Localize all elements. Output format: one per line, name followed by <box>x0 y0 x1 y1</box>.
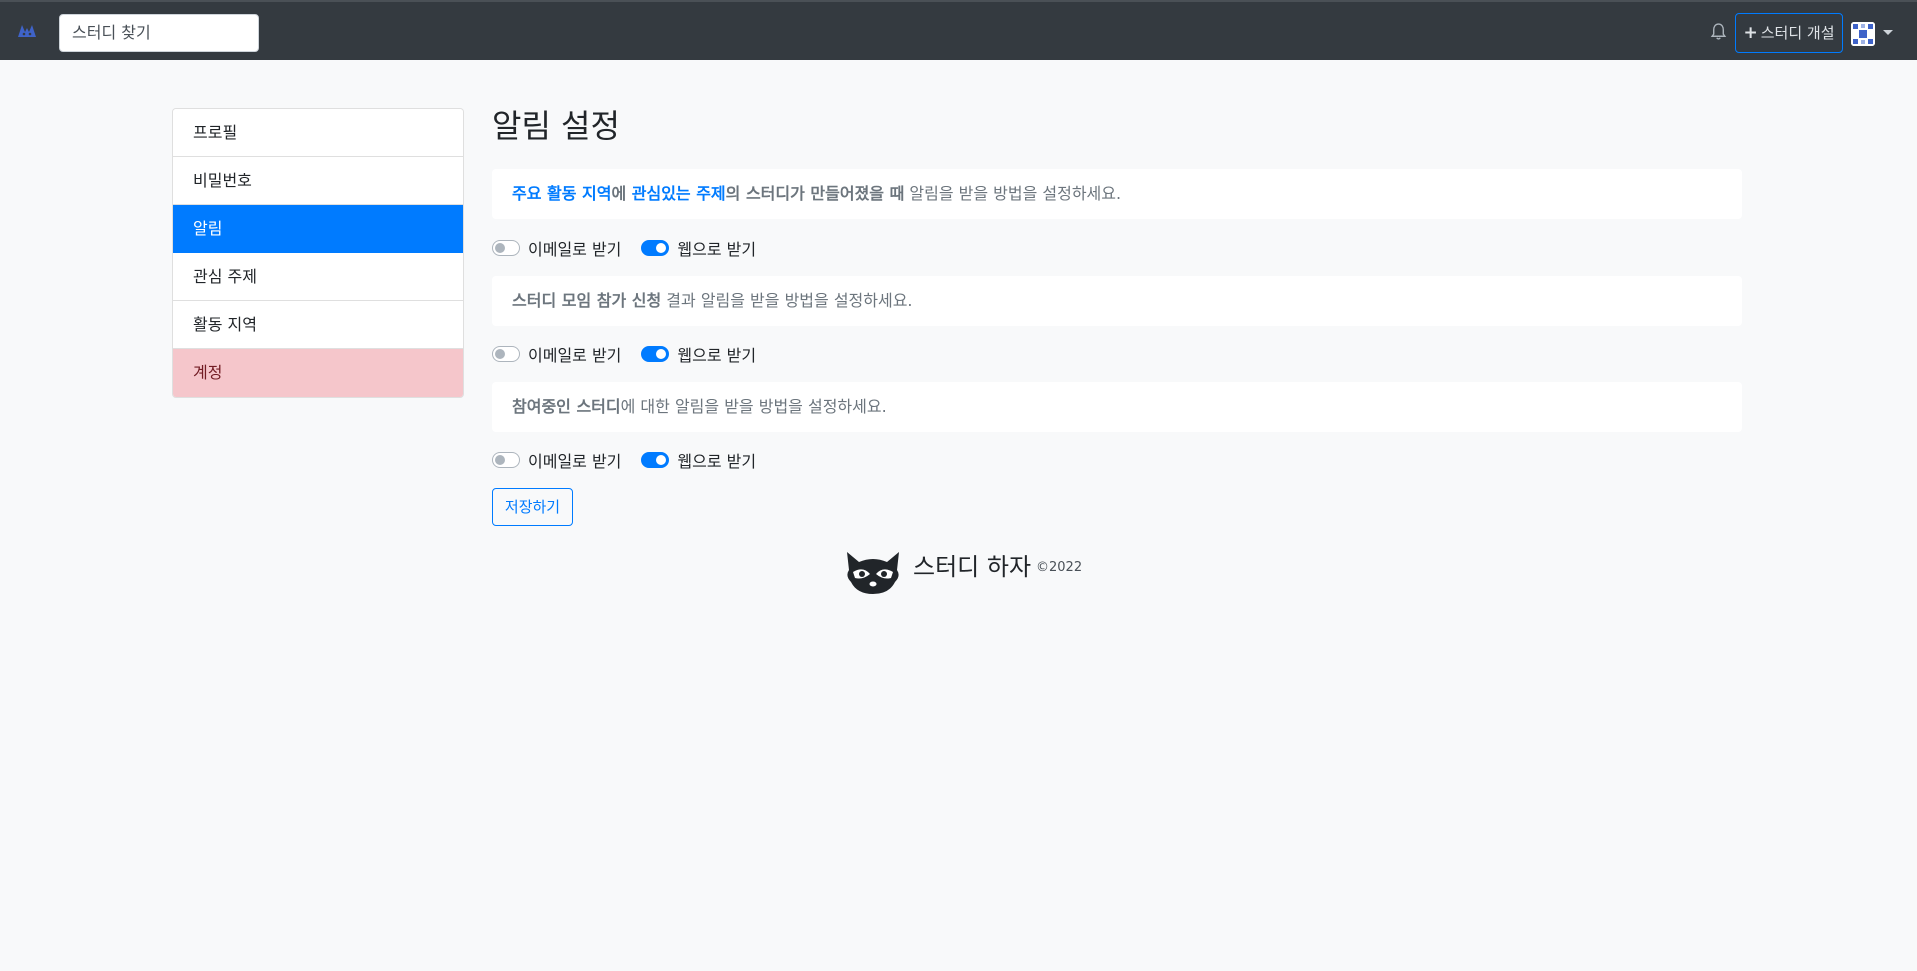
web-toggle-label[interactable]: 웹으로 받기 <box>677 236 756 260</box>
email-toggle-group: 이메일로 받기 <box>492 342 621 366</box>
web-toggle-label[interactable]: 웹으로 받기 <box>677 342 756 366</box>
settings-sidebar: 프로필 비밀번호 알림 관심 주제 활동 지역 계정 <box>172 108 464 398</box>
footer-copyright: ©2022 <box>1036 560 1083 575</box>
alert-text: 의 <box>725 184 746 203</box>
notification-info-alert: 참여중인 스터디에 대한 알림을 받을 방법을 설정하세요. <box>492 382 1742 432</box>
email-toggle-group: 이메일로 받기 <box>492 236 621 260</box>
alert-text: 에 대한 알림을 받을 방법을 설정하세요. <box>620 397 887 416</box>
alert-highlight: 참여중인 스터디 <box>512 397 621 416</box>
raccoon-logo-icon <box>847 552 899 594</box>
web-toggle[interactable] <box>641 240 670 256</box>
alert-highlight: 스터디가 만들어졌을 때 <box>745 184 905 203</box>
web-toggle-label[interactable]: 웹으로 받기 <box>677 448 756 472</box>
email-toggle[interactable] <box>492 240 520 256</box>
web-toggle[interactable] <box>641 452 670 468</box>
notification-toggle-row: 이메일로 받기 웹으로 받기 <box>492 343 776 365</box>
sidebar-item-profile[interactable]: 프로필 <box>173 109 463 157</box>
web-toggle-group: 웹으로 받기 <box>641 342 756 366</box>
email-toggle[interactable] <box>492 346 520 362</box>
open-study-button[interactable]: + 스터디 개설 <box>1735 13 1843 53</box>
footer-title: 스터디 하자 <box>913 553 1032 581</box>
web-toggle-group: 웹으로 받기 <box>641 448 756 472</box>
notification-toggle-row: 이메일로 받기 웹으로 받기 <box>492 449 776 471</box>
alert-text: 알림을 받을 방법을 설정하세요. <box>904 184 1122 203</box>
open-study-label: 스터디 개설 <box>1760 24 1835 42</box>
search-input[interactable]: 스터디 찾기 <box>59 14 259 52</box>
avatar[interactable] <box>1851 22 1875 46</box>
page-title: 알림 설정 <box>492 107 620 145</box>
plus-icon: + <box>1743 23 1758 43</box>
navbar: 스터디 찾기 + 스터디 개설 <box>0 0 1917 60</box>
raccoon-logo-icon[interactable] <box>17 21 37 41</box>
notification-info-alert: 스터디 모임 참가 신청 결과 알림을 받을 방법을 설정하세요. <box>492 276 1742 326</box>
email-toggle-label[interactable]: 이메일로 받기 <box>528 342 621 366</box>
alert-text: 에 <box>611 184 632 203</box>
email-toggle-label[interactable]: 이메일로 받기 <box>528 236 621 260</box>
email-toggle[interactable] <box>492 452 520 468</box>
alert-text: 결과 알림을 받을 방법을 설정하세요. <box>661 291 913 310</box>
alert-highlight: 관심있는 주제 <box>631 184 726 203</box>
sidebar-item-topics[interactable]: 관심 주제 <box>173 253 463 301</box>
bell-icon[interactable] <box>1710 22 1727 42</box>
save-button[interactable]: 저장하기 <box>492 488 573 526</box>
sidebar-item-account[interactable]: 계정 <box>173 349 463 397</box>
notification-info-alert: 주요 활동 지역에 관심있는 주제의 스터디가 만들어졌을 때 알림을 받을 방… <box>492 169 1742 219</box>
sidebar-item-zones[interactable]: 활동 지역 <box>173 301 463 349</box>
sidebar-item-password[interactable]: 비밀번호 <box>173 157 463 205</box>
web-toggle[interactable] <box>641 346 670 362</box>
identicon-avatar <box>1851 22 1875 46</box>
caret-down-icon[interactable] <box>1883 30 1893 35</box>
email-toggle-label[interactable]: 이메일로 받기 <box>528 448 621 472</box>
sidebar-item-notifications[interactable]: 알림 <box>173 205 463 253</box>
notification-toggle-row: 이메일로 받기 웹으로 받기 <box>492 237 776 259</box>
web-toggle-group: 웹으로 받기 <box>641 236 756 260</box>
alert-highlight: 주요 활동 지역 <box>512 184 612 203</box>
email-toggle-group: 이메일로 받기 <box>492 448 621 472</box>
alert-highlight: 스터디 모임 참가 신청 <box>512 291 662 310</box>
